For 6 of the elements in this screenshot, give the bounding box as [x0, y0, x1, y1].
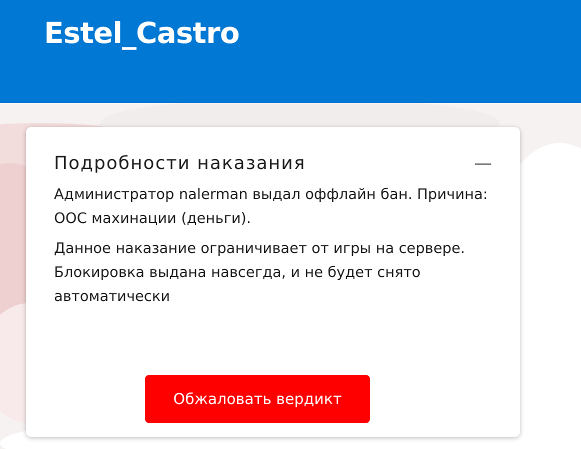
description-text: Данное наказание ограничивает от игры на сервере. Блокировка выдана навсегда, и не будет снято автоматически: [54, 240, 466, 307]
appeal-button[interactable]: Обжаловать вердикт: [145, 375, 370, 423]
description-text: Администратор nalerman выдал оффлайн бан. Причина: ООС махинации (деньги).: [54, 186, 489, 229]
page-title: Estel_Castro: [44, 16, 240, 51]
card-title: Подробности наказания: [54, 153, 306, 175]
collapse-button[interactable]: —: [474, 154, 492, 173]
